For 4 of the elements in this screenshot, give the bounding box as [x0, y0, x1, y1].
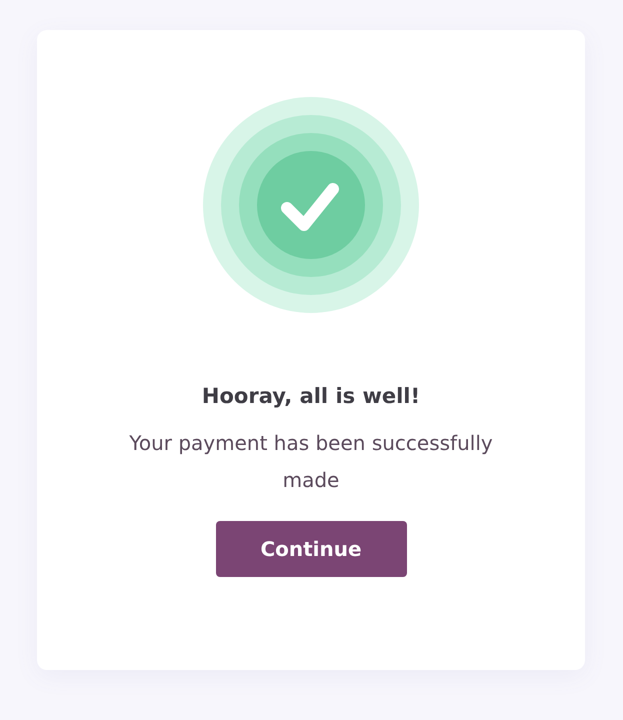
continue-button[interactable]: Continue	[216, 521, 406, 577]
success-title: Hooray, all is well!	[202, 383, 420, 409]
success-check-icon	[203, 97, 419, 313]
success-message: Your payment has been successfully made	[128, 430, 494, 494]
